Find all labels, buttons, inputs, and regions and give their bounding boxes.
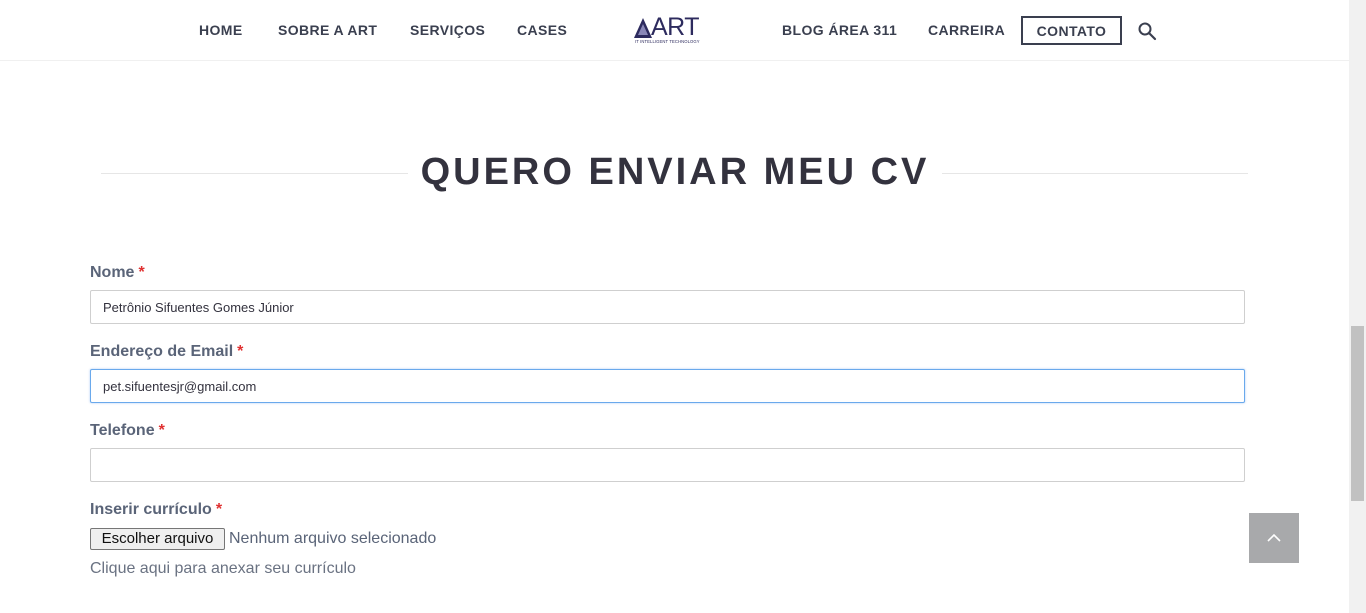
nav-blog-area-311[interactable]: BLOG ÁREA 311 <box>782 22 897 38</box>
upload-help-text: Clique aqui para anexar seu currículo <box>90 560 356 577</box>
title-divider-right <box>942 173 1248 174</box>
telefone-input[interactable] <box>90 448 1245 482</box>
site-header: HOME SOBRE A ART SERVIÇOS CASES ART IT I… <box>0 0 1349 61</box>
telefone-label-text: Telefone <box>90 422 155 439</box>
nav-carreira[interactable]: CARREIRA <box>928 22 1005 38</box>
logo-triangle-icon <box>634 18 652 38</box>
scrollbar-track[interactable] <box>1349 0 1366 613</box>
page-title: QUERO ENVIAR MEU CV <box>420 151 930 193</box>
back-to-top-button[interactable] <box>1249 513 1299 563</box>
nome-input[interactable] <box>90 290 1245 324</box>
email-label-text: Endereço de Email <box>90 343 234 360</box>
email-input[interactable] <box>90 369 1245 403</box>
logo[interactable]: ART IT INTELLIGENT TECHNOLOGY <box>633 13 715 45</box>
required-marker: * <box>215 501 223 518</box>
curriculo-label: Inserir currículo * <box>90 501 222 519</box>
email-label: Endereço de Email * <box>90 343 243 361</box>
required-marker: * <box>138 264 145 281</box>
search-icon[interactable] <box>1137 21 1157 41</box>
telefone-label: Telefone * <box>90 422 165 440</box>
nome-label: Nome * <box>90 264 145 282</box>
nav-home[interactable]: HOME <box>199 22 243 38</box>
chevron-up-icon <box>1267 534 1281 542</box>
nav-sobre-a-art[interactable]: SOBRE A ART <box>278 22 377 38</box>
logo-tagline: IT INTELLIGENT TECHNOLOGY <box>635 39 700 44</box>
nav-contato-button[interactable]: CONTATO <box>1021 16 1122 45</box>
required-marker: * <box>158 422 165 439</box>
scrollbar-thumb[interactable] <box>1351 326 1364 501</box>
nav-cases[interactable]: CASES <box>517 22 567 38</box>
choose-file-button[interactable]: Escolher arquivo <box>90 528 225 550</box>
file-status-text: Nenhum arquivo selecionado <box>229 530 437 547</box>
title-divider-left <box>101 173 408 174</box>
curriculo-label-text: Inserir currículo <box>90 501 212 518</box>
nome-label-text: Nome <box>90 264 135 281</box>
nav-servicos[interactable]: SERVIÇOS <box>410 22 485 38</box>
logo-text: ART <box>651 13 700 41</box>
required-marker: * <box>237 343 244 360</box>
